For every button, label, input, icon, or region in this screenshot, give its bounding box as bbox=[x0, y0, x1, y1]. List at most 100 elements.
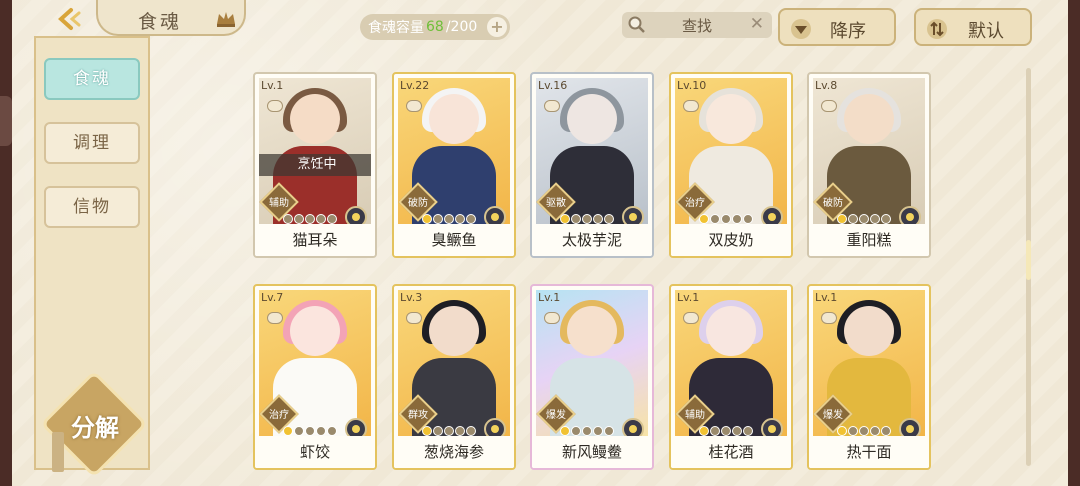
element-icon bbox=[622, 418, 644, 436]
search-box[interactable]: 查找 ✕ bbox=[622, 12, 772, 38]
character-name: 太极芋泥 bbox=[532, 224, 652, 256]
crown-icon[interactable] bbox=[214, 8, 238, 28]
star-rating bbox=[422, 214, 476, 224]
clear-search-icon[interactable]: ✕ bbox=[750, 14, 764, 34]
star-icon bbox=[870, 426, 880, 436]
star-icon bbox=[455, 214, 465, 224]
food-soul-card[interactable]: 群攻 Lv.3 葱烧海参 bbox=[392, 284, 516, 470]
back-button[interactable] bbox=[46, 4, 90, 34]
character-portrait: 爆发 bbox=[813, 290, 925, 436]
star-icon bbox=[859, 214, 869, 224]
element-icon bbox=[345, 206, 367, 224]
status-banner: 烹饪中 bbox=[259, 154, 371, 176]
star-rating bbox=[837, 214, 891, 224]
star-icon bbox=[455, 426, 465, 436]
sidebar-item-tokens[interactable]: 信物 bbox=[44, 186, 140, 228]
chat-bubble-icon bbox=[406, 312, 422, 324]
star-icon bbox=[571, 426, 581, 436]
level-label: Lv.22 bbox=[400, 79, 430, 92]
food-soul-card[interactable]: 爆发 Lv.1 新风鳗鲞 bbox=[530, 284, 654, 470]
star-rating bbox=[283, 214, 337, 224]
star-icon bbox=[710, 426, 720, 436]
level-label: Lv.1 bbox=[815, 291, 838, 304]
role-label: 群攻 bbox=[408, 410, 428, 421]
food-soul-card[interactable]: 驱散 Lv.16 太极芋泥 bbox=[530, 72, 654, 258]
sort-order-button[interactable]: 降序 bbox=[778, 8, 896, 46]
character-name: 葱烧海参 bbox=[394, 436, 514, 468]
star-icon bbox=[593, 426, 603, 436]
star-icon bbox=[283, 426, 293, 436]
star-icon bbox=[560, 426, 570, 436]
star-icon bbox=[422, 426, 432, 436]
star-icon bbox=[327, 214, 337, 224]
sidebar-item-conditioning[interactable]: 调理 bbox=[44, 122, 140, 164]
character-name: 虾饺 bbox=[255, 436, 375, 468]
character-name: 新风鳗鲞 bbox=[532, 436, 652, 468]
role-label: 辅助 bbox=[685, 410, 705, 421]
element-icon bbox=[622, 206, 644, 224]
character-portrait: 治疗 bbox=[675, 78, 787, 224]
star-icon bbox=[582, 426, 592, 436]
level-label: Lv.16 bbox=[538, 79, 568, 92]
star-icon bbox=[433, 214, 443, 224]
character-name: 猫耳朵 bbox=[255, 224, 375, 256]
element-icon bbox=[484, 418, 506, 436]
food-soul-card[interactable]: 烹饪中 辅助 Lv.1 猫耳朵 bbox=[253, 72, 377, 258]
star-icon bbox=[604, 214, 614, 224]
food-soul-card[interactable]: 辅助 Lv.1 桂花酒 bbox=[669, 284, 793, 470]
star-icon bbox=[848, 426, 858, 436]
add-capacity-button[interactable]: + bbox=[487, 17, 507, 37]
star-icon bbox=[732, 214, 742, 224]
window-edge-left bbox=[0, 0, 12, 486]
star-icon bbox=[710, 214, 720, 224]
character-portrait: 驱散 bbox=[536, 78, 648, 224]
character-portrait: 治疗 bbox=[259, 290, 371, 436]
star-icon bbox=[560, 214, 570, 224]
food-soul-card[interactable]: 治疗 Lv.7 虾饺 bbox=[253, 284, 377, 470]
character-name: 双皮奶 bbox=[671, 224, 791, 256]
food-soul-card[interactable]: 治疗 Lv.10 双皮奶 bbox=[669, 72, 793, 258]
element-icon bbox=[899, 418, 921, 436]
role-label: 治疗 bbox=[685, 198, 705, 209]
character-portrait: 群攻 bbox=[398, 290, 510, 436]
star-icon bbox=[881, 214, 891, 224]
chat-bubble-icon bbox=[683, 100, 699, 112]
sidebar: 食魂 调理 信物 分解 bbox=[34, 36, 150, 478]
character-face bbox=[567, 94, 617, 144]
capacity-label: 食魂容量 bbox=[368, 20, 424, 36]
star-rating bbox=[699, 426, 753, 436]
sort-mode-button[interactable]: 默认 bbox=[914, 8, 1032, 46]
capacity-display: 食魂容量 68 /200 + bbox=[360, 14, 510, 40]
character-name: 桂花酒 bbox=[671, 436, 791, 468]
page-title: 食魂 bbox=[138, 11, 183, 33]
star-icon bbox=[316, 426, 326, 436]
star-icon bbox=[859, 426, 869, 436]
star-icon bbox=[433, 426, 443, 436]
window-edge-right bbox=[1068, 0, 1080, 486]
food-soul-card[interactable]: 破防 Lv.22 臭鳜鱼 bbox=[392, 72, 516, 258]
chat-bubble-icon bbox=[683, 312, 699, 324]
sort-mode-label: 默认 bbox=[968, 21, 1004, 42]
character-face bbox=[429, 94, 479, 144]
side-handle[interactable] bbox=[0, 96, 12, 146]
role-label: 辅助 bbox=[269, 198, 289, 209]
level-label: Lv.8 bbox=[815, 79, 838, 92]
tassel-ornament bbox=[52, 432, 64, 472]
decompose-label: 分解 bbox=[71, 413, 119, 442]
character-face bbox=[290, 306, 340, 356]
character-portrait: 破防 bbox=[398, 78, 510, 224]
capacity-current: 68 bbox=[426, 19, 444, 35]
character-portrait: 爆发 bbox=[536, 290, 648, 436]
food-soul-card[interactable]: 爆发 Lv.1 热干面 bbox=[807, 284, 931, 470]
star-icon bbox=[316, 214, 326, 224]
character-face bbox=[844, 306, 894, 356]
character-portrait: 辅助 bbox=[675, 290, 787, 436]
search-label: 查找 bbox=[682, 17, 713, 35]
food-soul-card[interactable]: 破防 Lv.8 重阳糕 bbox=[807, 72, 931, 258]
sidebar-item-food-souls[interactable]: 食魂 bbox=[44, 58, 140, 100]
scrollbar-thumb[interactable] bbox=[1026, 240, 1031, 280]
element-icon bbox=[899, 206, 921, 224]
star-icon bbox=[732, 426, 742, 436]
star-icon bbox=[721, 214, 731, 224]
character-face bbox=[429, 306, 479, 356]
